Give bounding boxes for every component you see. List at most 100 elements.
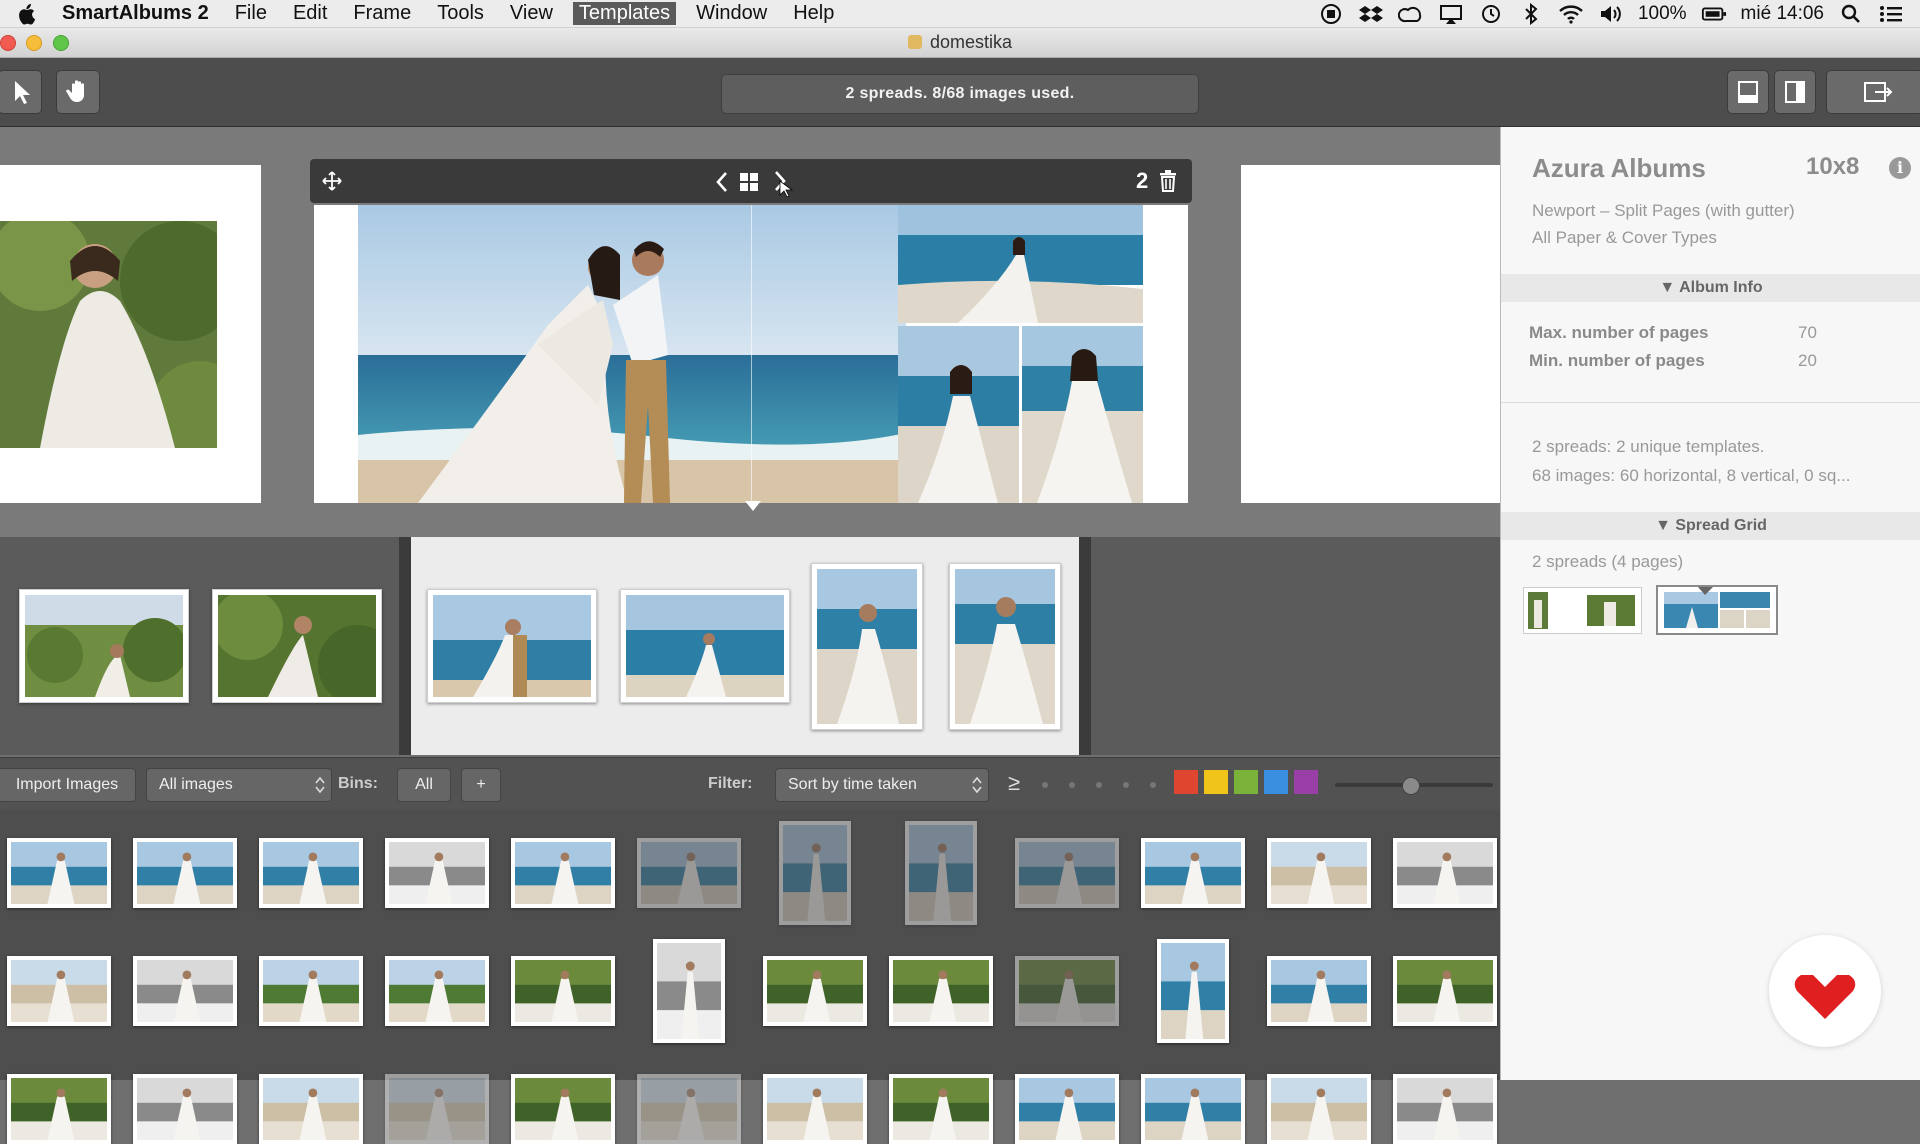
browser-thumbnail[interactable] <box>7 838 111 908</box>
browser-thumbnail[interactable] <box>763 956 867 1026</box>
spread-grid-thumb-2[interactable] <box>1656 585 1778 635</box>
browser-thumbnail[interactable] <box>259 838 363 908</box>
browser-thumbnail[interactable] <box>889 1074 993 1144</box>
menu-edit[interactable]: Edit <box>293 2 327 25</box>
rating-dot[interactable] <box>1150 782 1156 788</box>
browser-thumbnail[interactable] <box>511 838 615 908</box>
previous-spread-page[interactable] <box>0 165 261 503</box>
rating-dot[interactable] <box>1042 782 1048 788</box>
strip-thumb[interactable] <box>212 589 382 703</box>
menu-view[interactable]: View <box>510 2 553 25</box>
creative-cloud-icon[interactable] <box>1397 3 1424 25</box>
chevron-right-icon[interactable] <box>770 169 794 197</box>
zoom-window-button[interactable] <box>53 35 69 51</box>
bride-beach-portrait-photo-2[interactable] <box>1022 326 1143 503</box>
browser-thumbnail[interactable] <box>385 956 489 1026</box>
single-view-button[interactable] <box>1727 70 1769 114</box>
browser-thumbnail[interactable] <box>511 1074 615 1144</box>
color-filter-purple[interactable] <box>1294 770 1318 794</box>
browser-thumbnail[interactable] <box>763 1074 867 1144</box>
grid-icon[interactable] <box>740 173 758 191</box>
notification-center-icon[interactable] <box>1878 3 1904 25</box>
browser-thumbnail[interactable] <box>133 1074 237 1144</box>
strip-thumb[interactable] <box>620 589 790 703</box>
browser-thumbnail[interactable] <box>385 1074 489 1144</box>
export-button[interactable] <box>1826 70 1920 114</box>
browser-thumbnail[interactable] <box>1393 1074 1497 1144</box>
bride-beach-wide-photo[interactable] <box>898 205 1143 323</box>
move-icon[interactable] <box>322 171 342 191</box>
import-images-button[interactable]: Import Images <box>0 768 136 802</box>
apple-icon[interactable] <box>16 3 36 25</box>
spread-grid-header[interactable]: ▼ Spread Grid <box>1501 512 1920 540</box>
browser-thumbnail[interactable] <box>889 956 993 1026</box>
next-spread-page[interactable] <box>1241 165 1500 503</box>
browser-thumbnail[interactable] <box>259 956 363 1026</box>
add-bin-button[interactable]: + <box>461 768 501 802</box>
browser-thumbnail[interactable] <box>637 838 741 908</box>
menu-frame[interactable]: Frame <box>353 2 411 25</box>
menu-tools[interactable]: Tools <box>437 2 484 25</box>
strip-thumb[interactable] <box>427 589 597 703</box>
browser-thumbnail[interactable] <box>259 1074 363 1144</box>
browser-thumbnail[interactable] <box>7 956 111 1026</box>
info-icon[interactable]: i <box>1889 157 1911 179</box>
browser-thumbnail[interactable] <box>905 821 977 925</box>
browser-thumbnail[interactable] <box>511 956 615 1026</box>
time-machine-icon[interactable] <box>1478 3 1504 25</box>
color-filter-green[interactable] <box>1234 770 1258 794</box>
hand-tool-button[interactable] <box>56 70 100 114</box>
spread-resize-handle-icon[interactable] <box>745 501 761 511</box>
chevron-left-icon[interactable] <box>712 170 732 194</box>
browser-thumbnail[interactable] <box>1267 838 1371 908</box>
volume-icon[interactable] <box>1598 3 1624 25</box>
browser-thumbnail[interactable] <box>1267 1074 1371 1144</box>
spread-grid-thumb-1[interactable] <box>1523 587 1642 634</box>
dropbox-icon[interactable] <box>1358 3 1384 25</box>
strip-thumb[interactable] <box>19 589 189 703</box>
current-spread[interactable] <box>314 205 1188 503</box>
menu-templates[interactable]: Templates <box>572 2 677 25</box>
browser-thumbnail[interactable] <box>1141 1074 1245 1144</box>
bluetooth-icon[interactable] <box>1518 2 1544 25</box>
album-info-header[interactable]: ▼ Album Info <box>1501 274 1920 302</box>
rating-dot[interactable] <box>1069 782 1075 788</box>
menu-file[interactable]: File <box>235 2 267 25</box>
wifi-icon[interactable] <box>1558 3 1584 25</box>
battery-icon[interactable] <box>1701 3 1727 25</box>
minimize-window-button[interactable] <box>26 35 42 51</box>
select-tool-button[interactable] <box>0 70 42 114</box>
menu-window[interactable]: Window <box>696 2 767 25</box>
color-filter-yellow[interactable] <box>1204 770 1228 794</box>
bride-beach-portrait-photo-1[interactable] <box>898 326 1019 503</box>
browser-thumbnail[interactable] <box>385 838 489 908</box>
clock[interactable]: mié 14:06 <box>1741 3 1824 25</box>
color-filter-blue[interactable] <box>1264 770 1288 794</box>
browser-thumbnail[interactable] <box>1141 838 1245 908</box>
browser-thumbnail[interactable] <box>637 1074 741 1144</box>
sort-select[interactable]: Sort by time taken <box>775 768 989 802</box>
bins-all-button[interactable]: All <box>397 768 451 802</box>
browser-thumbnail[interactable] <box>1393 838 1497 908</box>
browser-thumbnail[interactable] <box>779 821 851 925</box>
trash-icon[interactable] <box>1159 170 1177 192</box>
images-filter-select[interactable]: All images <box>146 768 332 802</box>
color-filter-red[interactable] <box>1174 770 1198 794</box>
browser-thumbnail[interactable] <box>653 939 725 1043</box>
browser-thumbnail[interactable] <box>1267 956 1371 1026</box>
rating-dot[interactable] <box>1123 782 1129 788</box>
browser-thumbnail[interactable] <box>1015 956 1119 1026</box>
menu-app[interactable]: SmartAlbums 2 <box>62 2 209 25</box>
record-icon[interactable] <box>1318 3 1344 25</box>
thumbnail-size-slider-knob[interactable] <box>1402 777 1420 795</box>
browser-thumbnail[interactable] <box>133 838 237 908</box>
spotlight-search-icon[interactable] <box>1838 3 1864 25</box>
sidebar-toggle-button[interactable] <box>1774 70 1816 114</box>
menu-help[interactable]: Help <box>793 2 834 25</box>
strip-thumb[interactable] <box>949 563 1061 730</box>
browser-thumbnail[interactable] <box>133 956 237 1026</box>
browser-thumbnail[interactable] <box>1015 838 1119 908</box>
airplay-icon[interactable] <box>1438 3 1464 25</box>
browser-thumbnail[interactable] <box>7 1074 111 1144</box>
browser-thumbnail[interactable] <box>1393 956 1497 1026</box>
